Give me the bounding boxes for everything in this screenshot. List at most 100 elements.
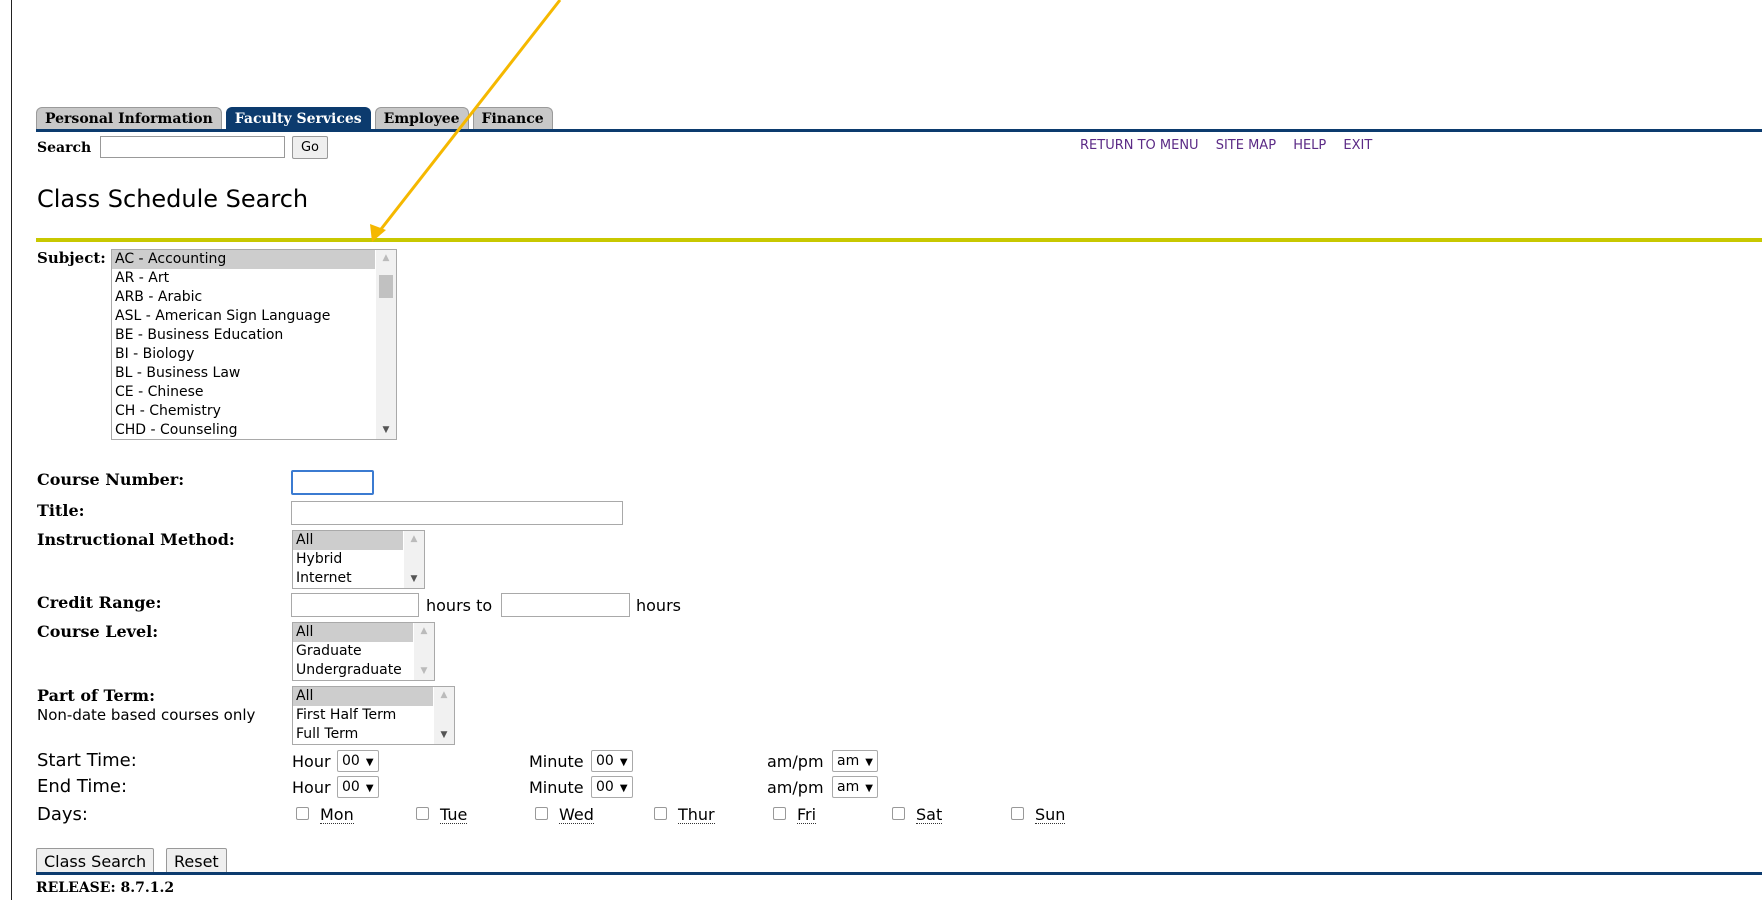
site-map-link[interactable]: SITE MAP bbox=[1216, 138, 1276, 153]
checkbox-mon[interactable] bbox=[296, 807, 309, 820]
subject-option[interactable]: ASL - American Sign Language bbox=[112, 307, 396, 326]
start-hour-label: Hour bbox=[292, 752, 331, 771]
scroll-down-icon[interactable]: ▼ bbox=[434, 727, 454, 744]
scroll-thumb[interactable] bbox=[379, 275, 393, 298]
instructional-method-option[interactable]: All bbox=[293, 531, 403, 550]
tab-faculty-services[interactable]: Faculty Services bbox=[225, 107, 371, 129]
part-of-term-scrollbar[interactable]: ▲ ▼ bbox=[434, 687, 454, 744]
exit-link[interactable]: EXIT bbox=[1343, 138, 1372, 153]
start-minute-label: Minute bbox=[529, 752, 584, 771]
subject-label: Subject: bbox=[37, 249, 106, 267]
tab-employee[interactable]: Employee bbox=[374, 107, 469, 129]
chevron-down-icon: ▼ bbox=[619, 783, 628, 794]
end-hour-select[interactable]: 00 ▼ bbox=[337, 776, 379, 798]
search-input[interactable] bbox=[100, 136, 285, 158]
instructional-method-scrollbar[interactable]: ▲ ▼ bbox=[404, 531, 424, 588]
days-label: Days: bbox=[37, 804, 88, 825]
part-of-term-option[interactable]: Full Term bbox=[293, 725, 454, 744]
checkbox-wed[interactable] bbox=[535, 807, 548, 820]
end-hour-value: 00 bbox=[342, 779, 360, 795]
chevron-down-icon: ▼ bbox=[365, 783, 374, 794]
return-to-menu-link[interactable]: RETURN TO MENU bbox=[1080, 138, 1199, 153]
instructional-method-label: Instructional Method: bbox=[37, 530, 235, 549]
tab-personal-information[interactable]: Personal Information bbox=[36, 107, 222, 129]
start-minute-select[interactable]: 00 ▼ bbox=[591, 750, 633, 772]
start-minute-value: 00 bbox=[596, 753, 614, 769]
scroll-up-icon[interactable]: ▲ bbox=[414, 623, 434, 640]
subject-option[interactable]: CHD - Counseling bbox=[112, 421, 396, 439]
part-of-term-note: Non-date based courses only bbox=[37, 706, 256, 724]
subject-scrollbar[interactable]: ▲ ▼ bbox=[376, 250, 396, 439]
day-label-wed[interactable]: Wed bbox=[559, 806, 594, 824]
end-minute-value: 00 bbox=[596, 779, 614, 795]
start-ampm-select[interactable]: am ▼ bbox=[832, 750, 878, 772]
course-level-listbox[interactable]: All Graduate Undergraduate ▲ ▼ bbox=[292, 622, 435, 681]
footer-divider bbox=[36, 872, 1762, 875]
part-of-term-option[interactable]: First Half Term bbox=[293, 706, 454, 725]
end-ampm-value: am bbox=[837, 779, 860, 795]
course-number-label: Course Number: bbox=[37, 470, 185, 489]
end-ampm-label: am/pm bbox=[767, 778, 824, 797]
scroll-up-icon[interactable]: ▲ bbox=[376, 250, 396, 267]
course-number-input[interactable] bbox=[291, 470, 374, 495]
subject-option[interactable]: CE - Chinese bbox=[112, 383, 396, 402]
course-level-option[interactable]: Graduate bbox=[293, 642, 434, 661]
course-level-option[interactable]: Undergraduate bbox=[293, 661, 434, 680]
subject-option[interactable]: BE - Business Education bbox=[112, 326, 396, 345]
hours-text: hours bbox=[636, 596, 681, 615]
start-time-label: Start Time: bbox=[37, 750, 137, 771]
left-border bbox=[11, 0, 12, 900]
checkbox-sat[interactable] bbox=[892, 807, 905, 820]
subject-option[interactable]: BL - Business Law bbox=[112, 364, 396, 383]
subject-option[interactable]: AC - Accounting bbox=[112, 250, 375, 269]
top-links: RETURN TO MENU SITE MAP HELP EXIT bbox=[1080, 138, 1385, 153]
part-of-term-listbox[interactable]: All First Half Term Full Term ▲ ▼ bbox=[292, 686, 455, 745]
day-label-mon[interactable]: Mon bbox=[320, 806, 354, 824]
go-button[interactable]: Go bbox=[292, 136, 328, 159]
subject-option[interactable]: AR - Art bbox=[112, 269, 396, 288]
day-label-fri[interactable]: Fri bbox=[797, 806, 817, 824]
subject-listbox[interactable]: AC - Accounting AR - Art ARB - Arabic AS… bbox=[111, 249, 397, 440]
day-label-thur[interactable]: Thur bbox=[678, 806, 715, 824]
help-link[interactable]: HELP bbox=[1293, 138, 1326, 153]
subject-option[interactable]: BI - Biology bbox=[112, 345, 396, 364]
annotation-arrow-icon bbox=[370, 0, 562, 242]
day-label-tue[interactable]: Tue bbox=[440, 806, 468, 824]
start-hour-value: 00 bbox=[342, 753, 360, 769]
tab-finance[interactable]: Finance bbox=[472, 107, 553, 129]
day-label-sun[interactable]: Sun bbox=[1035, 806, 1066, 824]
end-ampm-select[interactable]: am ▼ bbox=[832, 776, 878, 798]
scroll-down-icon[interactable]: ▼ bbox=[376, 422, 396, 439]
scroll-up-icon[interactable]: ▲ bbox=[434, 687, 454, 704]
start-ampm-value: am bbox=[837, 753, 860, 769]
checkbox-tue[interactable] bbox=[416, 807, 429, 820]
subject-option[interactable]: ARB - Arabic bbox=[112, 288, 396, 307]
scroll-up-icon[interactable]: ▲ bbox=[404, 531, 424, 548]
release-version: RELEASE: 8.7.1.2 bbox=[36, 880, 175, 896]
day-label-sat[interactable]: Sat bbox=[916, 806, 943, 824]
title-input[interactable] bbox=[291, 501, 623, 525]
checkbox-fri[interactable] bbox=[773, 807, 786, 820]
tab-divider bbox=[36, 129, 1762, 132]
course-level-scrollbar[interactable]: ▲ ▼ bbox=[414, 623, 434, 680]
instructional-method-listbox[interactable]: All Hybrid Internet ▲ ▼ bbox=[292, 530, 425, 589]
scroll-down-icon[interactable]: ▼ bbox=[414, 663, 434, 680]
part-of-term-label: Part of Term: bbox=[37, 686, 155, 705]
course-level-option[interactable]: All bbox=[293, 623, 413, 642]
start-hour-select[interactable]: 00 ▼ bbox=[337, 750, 379, 772]
page-title: Class Schedule Search bbox=[37, 185, 309, 213]
end-time-label: End Time: bbox=[37, 776, 128, 797]
chevron-down-icon: ▼ bbox=[619, 757, 628, 768]
checkbox-thur[interactable] bbox=[654, 807, 667, 820]
class-search-button[interactable]: Class Search bbox=[36, 848, 155, 875]
chevron-down-icon: ▼ bbox=[865, 783, 873, 794]
credit-to-input[interactable] bbox=[501, 593, 630, 617]
search-label: Search bbox=[37, 140, 92, 156]
subject-option[interactable]: CH - Chemistry bbox=[112, 402, 396, 421]
reset-button[interactable]: Reset bbox=[166, 848, 227, 875]
credit-from-input[interactable] bbox=[291, 593, 419, 617]
part-of-term-option[interactable]: All bbox=[293, 687, 433, 706]
scroll-down-icon[interactable]: ▼ bbox=[404, 571, 424, 588]
checkbox-sun[interactable] bbox=[1011, 807, 1024, 820]
end-minute-select[interactable]: 00 ▼ bbox=[591, 776, 633, 798]
